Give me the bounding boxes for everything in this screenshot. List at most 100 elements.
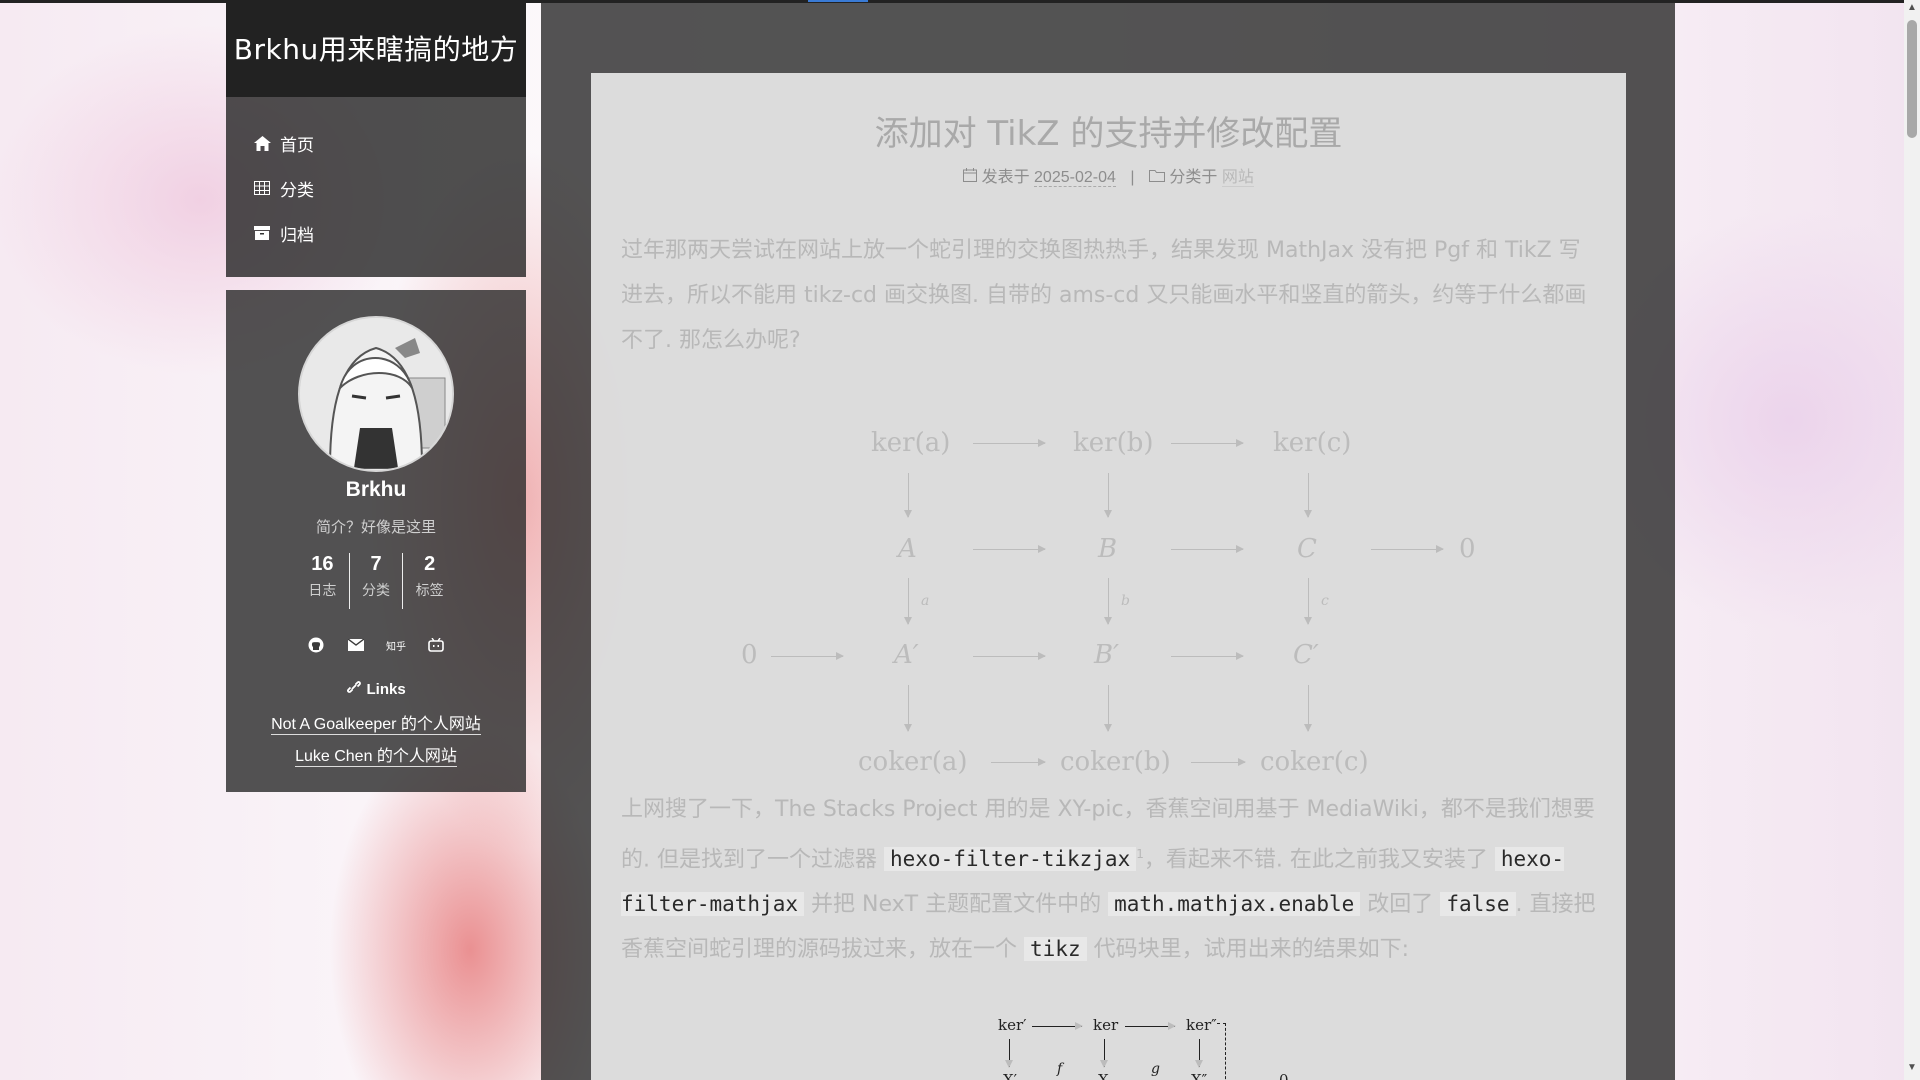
progress-indicator — [808, 0, 868, 2]
diagram-node: A′ — [894, 640, 919, 670]
diagram-node: A — [898, 534, 917, 564]
diagram-arrow — [904, 578, 912, 625]
scrollbar-track[interactable] — [1904, 0, 1920, 1080]
links-title: Links — [366, 681, 406, 698]
diagram-node: C — [1297, 534, 1317, 564]
diagram-arrow — [1171, 545, 1244, 553]
diagram-arrow — [1371, 545, 1444, 553]
menu-item-label: 分类 — [280, 180, 314, 200]
stat-label: 日志 — [308, 582, 337, 598]
post-title[interactable]: 添加对 TikZ 的支持并修改配置 — [591, 106, 1626, 155]
map-label: f — [1057, 1061, 1063, 1077]
diagram-arrow — [904, 685, 912, 732]
home-icon — [251, 134, 273, 152]
diagram-arrow — [1304, 685, 1312, 732]
diagram-node: B — [1098, 534, 1118, 564]
site-stats: 16 日志 7 分类 2 标签 — [296, 553, 456, 613]
diagram-arrow — [771, 652, 844, 660]
diagram-arrow — [1032, 1022, 1083, 1030]
diagram-node: coker(a) — [858, 747, 968, 777]
inline-code: false — [1440, 892, 1516, 917]
mail-icon[interactable] — [346, 635, 366, 655]
inline-code: tikz — [1024, 937, 1087, 962]
links-heading: Links — [226, 680, 526, 698]
diagram-arrow — [1100, 1039, 1108, 1068]
bilibili-icon[interactable] — [426, 635, 446, 655]
diagram-node: ker(c) — [1273, 428, 1352, 458]
meta-separator: | — [1130, 169, 1135, 186]
diagram-arrow — [1005, 1039, 1013, 1068]
diagram-arrow — [1104, 578, 1112, 625]
diagram-node: X″ — [1191, 1071, 1208, 1080]
scroll-up-icon[interactable]: ▲ — [1904, 2, 1920, 16]
friend-link[interactable]: Luke Chen 的个人网站 — [226, 742, 526, 767]
diagram-arrow — [973, 652, 1046, 660]
menu-item-home[interactable]: 首页 — [251, 128, 314, 158]
inline-code: hexo-filter-tikzjax — [884, 847, 1137, 872]
footnote-ref[interactable]: 1 — [1136, 847, 1144, 861]
diagram-node: ker(b) — [1073, 428, 1154, 458]
site-nav: 首页 分类 归档 — [226, 97, 526, 277]
diagram-arrow — [1171, 439, 1244, 447]
menu-item-label: 归档 — [280, 225, 314, 245]
map-label: c — [1321, 593, 1329, 609]
map-label: g — [1151, 1061, 1160, 1077]
diagram-node: 0 — [1459, 534, 1476, 564]
diagram-node: C′ — [1293, 640, 1319, 670]
author-description: 简介？好像是这里 — [315, 519, 436, 536]
diagram-arrow — [904, 473, 912, 518]
diagram-arrow — [1171, 652, 1244, 660]
calendar-icon — [963, 168, 981, 186]
folder-icon — [1148, 169, 1169, 186]
archive-icon — [251, 224, 273, 242]
menu-item-archives[interactable]: 归档 — [251, 218, 314, 248]
published-label: 发表于 — [981, 169, 1030, 186]
post-meta: 发表于 2025-02-04 | 分类于 网站 — [591, 163, 1626, 187]
link-icon — [346, 681, 366, 698]
diagram-arrow — [991, 758, 1046, 766]
avatar[interactable] — [298, 316, 454, 472]
diagram-arrow — [973, 545, 1046, 553]
author-name: Brkhu — [345, 478, 407, 501]
diagram-node: ker″ — [1186, 1016, 1217, 1034]
stat-posts[interactable]: 16 日志 — [296, 553, 349, 613]
diagram-arrow — [973, 439, 1046, 447]
stat-count: 16 — [311, 553, 334, 575]
diagram-node: coker(c) — [1260, 747, 1369, 777]
diagram-node: coker(b) — [1060, 747, 1171, 777]
map-label: a — [921, 593, 930, 609]
post-paragraph: 过年那两天尝试在网站上放一个蛇引理的交换图热热手，结果发现 MathJax 没有… — [621, 238, 1587, 353]
diagram-arrow — [1304, 578, 1312, 625]
diagram-node: X′ — [1003, 1071, 1018, 1080]
category-label: 分类于 — [1169, 169, 1218, 186]
stat-label: 标签 — [415, 582, 444, 598]
scrollbar-thumb[interactable] — [1907, 20, 1917, 138]
connecting-morphism — [1217, 1023, 1226, 1080]
diagram-arrow — [1304, 473, 1312, 518]
grid-icon — [251, 179, 273, 197]
scroll-down-icon[interactable]: ▼ — [1904, 1062, 1920, 1076]
diagram-arrow — [1104, 685, 1112, 732]
stat-count: 7 — [370, 553, 382, 575]
inline-code: math.mathjax.enable — [1108, 892, 1361, 917]
diagram-arrow — [1191, 758, 1246, 766]
diagram-arrow — [1125, 1022, 1176, 1030]
github-icon[interactable] — [306, 635, 326, 655]
diagram-arrow — [1104, 473, 1112, 518]
post-category-link[interactable]: 网站 — [1221, 169, 1254, 187]
site-title[interactable]: Brkhu用来瞎搞的地方 — [226, 3, 526, 97]
post-article: 添加对 TikZ 的支持并修改配置 发表于 2025-02-04 | 分类于 网… — [591, 73, 1626, 1080]
diagram-arrow — [1195, 1039, 1203, 1068]
zhihu-icon[interactable]: 知乎 — [386, 635, 406, 655]
site-brand-header: Brkhu用来瞎搞的地方 — [226, 3, 526, 97]
menu-item-categories[interactable]: 分类 — [251, 173, 314, 203]
map-label: b — [1121, 593, 1130, 609]
diagram-node: 0 — [1279, 1071, 1289, 1080]
friend-link[interactable]: Not A Goalkeeper 的个人网站 — [226, 710, 526, 735]
post-paragraph: 上网搜了一下，The Stacks Project 用的是 XY-pic，香蕉空… — [621, 797, 1596, 963]
stat-tags[interactable]: 2 标签 — [403, 553, 456, 613]
diagram-node: X — [1098, 1071, 1109, 1080]
stat-categories[interactable]: 7 分类 — [350, 553, 403, 613]
diagram-node: ker — [1093, 1016, 1119, 1034]
menu-item-label: 首页 — [280, 135, 314, 155]
